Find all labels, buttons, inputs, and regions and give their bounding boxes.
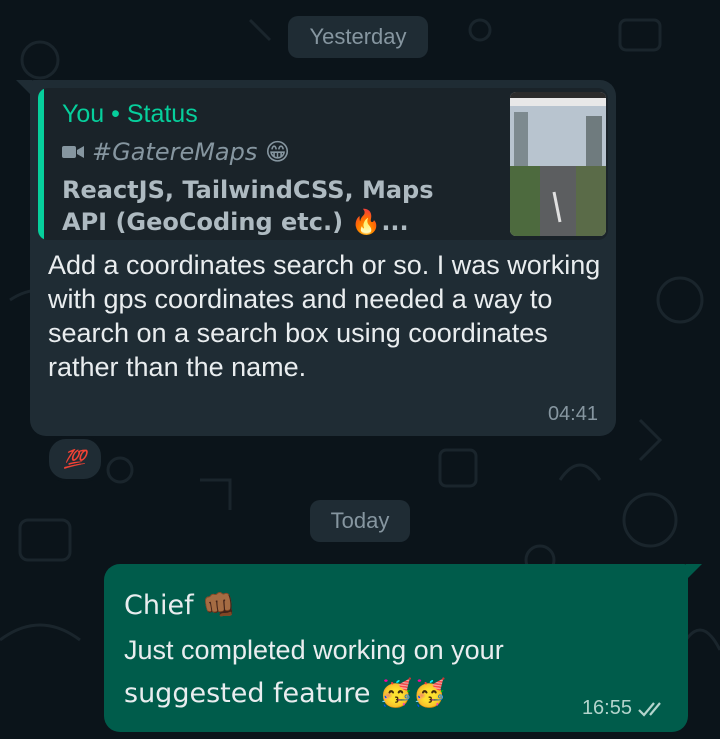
reaction-badge[interactable]: 💯 bbox=[46, 436, 104, 482]
bubble-tail bbox=[686, 564, 702, 580]
outgoing-timestamp: 16:55 bbox=[581, 697, 632, 719]
quote-accent-bar bbox=[38, 88, 44, 240]
quote-text: ReactJS, TailwindCSS, Maps API (GeoCodin… bbox=[62, 176, 434, 236]
double-check-icon bbox=[638, 701, 661, 717]
date-divider-today: Today bbox=[310, 500, 410, 542]
date-divider-yesterday: Yesterday bbox=[288, 16, 428, 58]
quote-media-label-row: #GatereMaps 😁 bbox=[62, 138, 290, 166]
outgoing-line-1: Chief 👊🏾 bbox=[124, 590, 236, 621]
outgoing-meta: 16:55 bbox=[582, 697, 668, 720]
incoming-message-bubble[interactable]: You • Status #GatereMaps 😁 ReactJS, Tail… bbox=[16, 80, 616, 436]
incoming-message-text: Add a coordinates search or so. I was wo… bbox=[48, 250, 601, 382]
outgoing-message-bubble[interactable]: Chief 👊🏾 Just completed working on your … bbox=[104, 564, 702, 732]
quote-media-label: #GatereMaps 😁 bbox=[92, 138, 291, 166]
quote-author: You • Status bbox=[62, 100, 198, 128]
street-view-image bbox=[510, 92, 606, 236]
outgoing-message-text: Chief 👊🏾 Just completed working on your … bbox=[124, 584, 594, 716]
quoted-status-reply[interactable]: You • Status #GatereMaps 😁 ReactJS, Tail… bbox=[38, 88, 608, 240]
bubble-tail bbox=[16, 80, 32, 96]
incoming-timestamp: 04:41 bbox=[547, 403, 598, 425]
outgoing-line-3: suggested feature 🥳🥳 bbox=[124, 678, 447, 709]
outgoing-line-2: Just completed working on your bbox=[124, 635, 504, 665]
video-icon bbox=[62, 146, 84, 158]
status-thumbnail[interactable] bbox=[510, 92, 606, 236]
